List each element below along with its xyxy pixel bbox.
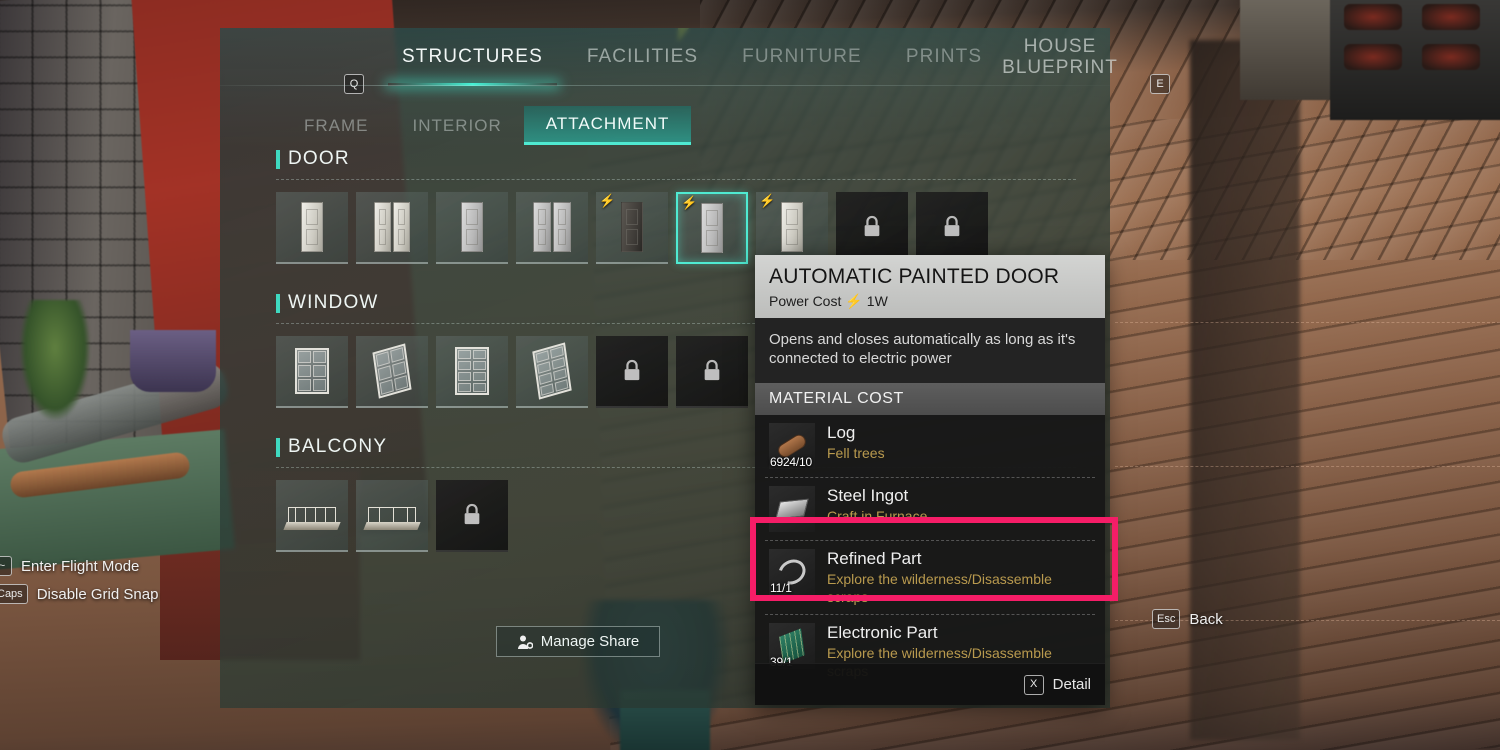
tab-house-blueprint[interactable]: HOUSE BLUEPRINT	[980, 28, 1140, 86]
lock-icon	[864, 215, 880, 237]
ingot-icon	[769, 486, 815, 533]
material-name: Steel Ingot	[827, 486, 909, 506]
material-quantity: 11/1	[770, 581, 792, 596]
slot-window-locked-1[interactable]	[596, 336, 668, 408]
tooltip-description: Opens and closes automatically as long a…	[755, 317, 1105, 384]
hint-grid-snap-label: Disable Grid Snap	[36, 585, 159, 603]
slot-door-gray[interactable]	[436, 192, 508, 264]
lock-icon	[704, 359, 720, 381]
log-icon: 6924/10	[769, 423, 815, 470]
section-door: DOOR ⚡ ⚡ ⚡	[276, 148, 1076, 264]
material-cost-header: MATERIAL COST	[755, 383, 1105, 416]
slot-door-automatic-painted[interactable]: ⚡	[676, 192, 748, 264]
material-quantity: 6924/10	[770, 455, 812, 470]
power-cost-label: Power Cost	[769, 293, 842, 310]
material-source: Explore the wilderness/Disassemble scrap…	[827, 570, 1052, 605]
tab-facilities[interactable]: FACILITIES	[565, 28, 720, 86]
subtab-attachment[interactable]: ATTACHMENT	[523, 106, 692, 145]
hud-back-hint[interactable]: Esc Back	[1152, 609, 1223, 629]
power-cost-value: 1W	[866, 293, 888, 310]
lock-icon	[944, 215, 960, 237]
tab-list: STRUCTURES FACILITIES FURNITURE PRINTS	[380, 28, 1004, 86]
slot-door-locked-2[interactable]	[916, 192, 988, 264]
slot-door-dark[interactable]: ⚡	[596, 192, 668, 264]
material-row-steel-ingot: Steel Ingot Craft in Furnace	[765, 478, 1095, 542]
slot-door-double-glass[interactable]	[516, 192, 588, 264]
tooltip-footer[interactable]: X Detail	[755, 663, 1105, 705]
subtab-list: FRAME INTERIOR ATTACHMENT	[282, 106, 692, 145]
manage-share-label: Manage Share	[540, 633, 640, 650]
key-x: X	[1023, 674, 1044, 695]
hint-grid-snap: Caps Disable Grid Snap	[0, 584, 158, 604]
tooltip-power-cost: Power Cost ⚡ 1W	[769, 293, 1091, 310]
material-row-log: 6924/10 Log Fell trees	[765, 415, 1095, 479]
material-list: 6924/10 Log Fell trees Steel Ingot Craft…	[755, 415, 1105, 689]
power-bolt-icon: ⚡	[845, 292, 863, 309]
material-source: Craft in Furnace	[827, 507, 928, 524]
section-accent-bar	[276, 437, 280, 457]
tab-house-blueprint-label: HOUSE BLUEPRINT	[1002, 35, 1118, 78]
slot-door-wood[interactable]	[276, 192, 348, 264]
material-source: Fell trees	[827, 444, 885, 461]
hud-left-hints: ~ Enter Flight Mode Caps Disable Grid Sn…	[0, 556, 158, 612]
screen: ~ Enter Flight Mode Caps Disable Grid Sn…	[0, 0, 1500, 750]
hint-flight-mode: ~ Enter Flight Mode	[0, 556, 158, 576]
section-balcony-title: BALCONY	[288, 436, 388, 457]
tooltip-title: AUTOMATIC PAINTED DOOR	[769, 265, 1060, 288]
tab-facilities-label: FACILITIES	[586, 46, 699, 67]
tooltip-detail-label: Detail	[1052, 676, 1091, 693]
slot-balcony-wood[interactable]	[276, 480, 348, 552]
slot-door-white[interactable]: ⚡	[756, 192, 828, 264]
subtab-frame-label: FRAME	[304, 115, 369, 135]
slot-window-locked-2[interactable]	[676, 336, 748, 408]
key-e: E	[1150, 74, 1170, 94]
slot-balcony-metal[interactable]	[356, 480, 428, 552]
subtab-attachment-label: ATTACHMENT	[545, 114, 670, 133]
hint-flight-mode-label: Enter Flight Mode	[21, 557, 140, 575]
door-slot-list: ⚡ ⚡ ⚡	[276, 192, 1076, 264]
subtab-frame[interactable]: FRAME	[282, 108, 391, 144]
tab-structures[interactable]: STRUCTURES	[380, 28, 565, 86]
tab-furniture-label: FURNITURE	[742, 46, 862, 67]
slot-balcony-locked[interactable]	[436, 480, 508, 552]
section-accent-bar	[276, 293, 280, 313]
slot-window-tilt[interactable]	[356, 336, 428, 408]
key-tilde: ~	[0, 556, 12, 576]
manage-share-button[interactable]: Manage Share	[496, 626, 660, 657]
refined-part-icon: 11/1	[769, 549, 815, 596]
section-door-header: DOOR	[276, 148, 1076, 170]
tab-structures-label: STRUCTURES	[402, 46, 543, 67]
section-door-title: DOOR	[288, 148, 350, 169]
material-row-refined-part: 11/1 Refined Part Explore the wilderness…	[765, 541, 1095, 616]
material-name: Electronic Part	[827, 623, 938, 643]
section-window-title: WINDOW	[288, 292, 379, 313]
key-esc: Esc	[1152, 609, 1181, 629]
category-tabbar: Q E STRUCTURES FACILITIES FURNITURE PRIN…	[220, 28, 1170, 94]
subtab-interior[interactable]: INTERIOR	[391, 108, 524, 144]
slot-door-double-wood[interactable]	[356, 192, 428, 264]
slot-window-grid[interactable]	[276, 336, 348, 408]
hud-back-label: Back	[1189, 610, 1223, 628]
slot-door-locked-1[interactable]	[836, 192, 908, 264]
tooltip-header: AUTOMATIC PAINTED DOOR Power Cost ⚡ 1W	[755, 255, 1105, 318]
slot-window-wide[interactable]	[516, 336, 588, 408]
lock-icon	[624, 359, 640, 381]
section-divider	[276, 179, 1076, 180]
key-caps: Caps	[0, 584, 28, 604]
tab-furniture[interactable]: FURNITURE	[720, 28, 884, 86]
section-accent-bar	[276, 149, 280, 169]
material-name: Log	[827, 423, 856, 443]
item-tooltip: AUTOMATIC PAINTED DOOR Power Cost ⚡ 1W O…	[755, 255, 1105, 705]
lock-icon	[464, 503, 480, 525]
subtab-interior-label: INTERIOR	[412, 115, 502, 135]
material-name: Refined Part	[827, 549, 922, 569]
slot-window-tall[interactable]	[436, 336, 508, 408]
tab-prints-label: PRINTS	[905, 46, 983, 67]
person-gear-icon	[517, 635, 533, 649]
key-q: Q	[344, 74, 364, 94]
